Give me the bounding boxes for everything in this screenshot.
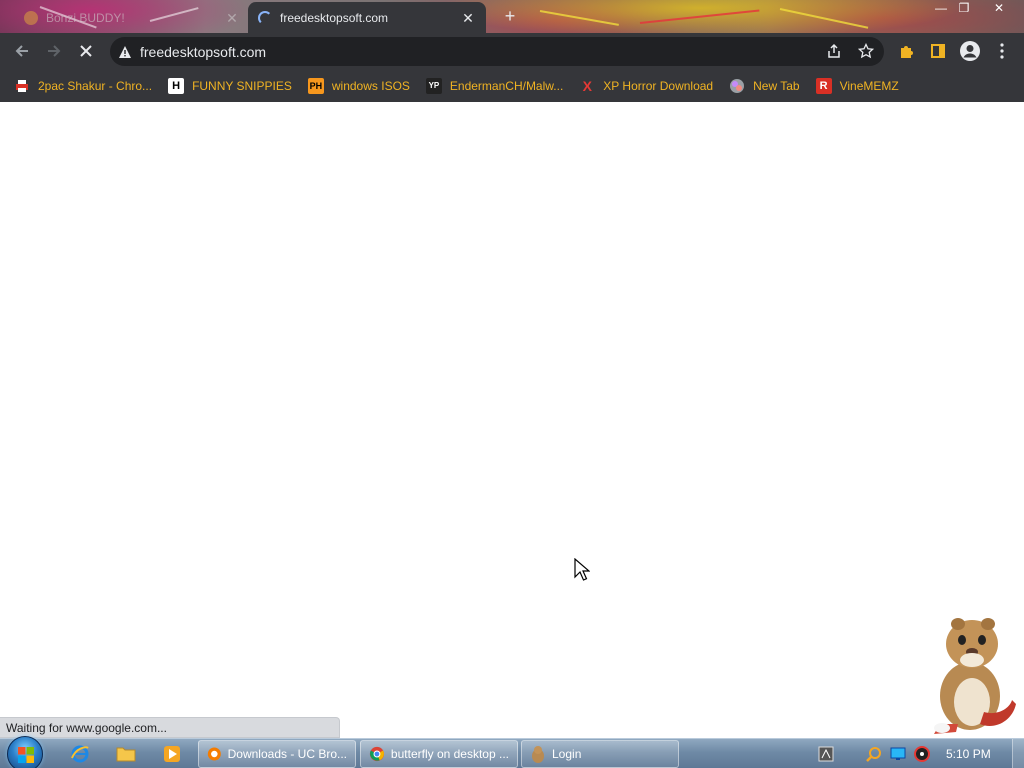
- bookmark-label: 2pac Shakur - Chro...: [38, 78, 153, 93]
- bookmark-label: VineMEMZ: [839, 78, 899, 93]
- forward-button[interactable]: [42, 39, 66, 63]
- taskbar-item-chrome[interactable]: butterfly on desktop ...: [360, 740, 518, 768]
- x-logo-icon: X: [582, 77, 592, 94]
- bookmark-label: windows ISOS: [331, 78, 410, 93]
- windows-logo-icon: [18, 747, 34, 763]
- folder-icon: [116, 747, 136, 762]
- new-tab-button[interactable]: +: [500, 6, 520, 26]
- tab-close-icon[interactable]: ✕: [460, 10, 476, 26]
- close-window-button[interactable]: ✕: [985, 0, 1013, 18]
- side-panel-icon: [931, 44, 945, 58]
- share-button[interactable]: [822, 39, 846, 63]
- pinned-explorer[interactable]: [106, 741, 146, 767]
- menu-button[interactable]: [990, 39, 1014, 63]
- tab-strip: Bonzi BUDDY! ✕ freedesktopsoft.com ✕ + —…: [0, 0, 1024, 33]
- url-text: freedesktopsoft.com: [140, 43, 267, 60]
- taskbar-item-label: Login: [552, 747, 582, 761]
- taskbar-clock[interactable]: 5:10 PM: [946, 747, 991, 761]
- tab-freedesktopsoft[interactable]: freedesktopsoft.com ✕: [248, 2, 486, 33]
- restore-button[interactable]: ❐: [951, 0, 977, 18]
- stop-x-icon: [80, 45, 92, 57]
- start-button[interactable]: [7, 736, 43, 768]
- r-logo-icon: R: [815, 77, 832, 94]
- globe-icon: [729, 78, 745, 94]
- internet-explorer-icon: [71, 745, 89, 763]
- hamster-mascot-image: [934, 618, 1016, 734]
- puzzle-icon: [901, 46, 913, 58]
- avatar-icon: [960, 41, 980, 61]
- display-tray-icon[interactable]: [890, 746, 906, 762]
- chrome-icon: [369, 746, 385, 762]
- taskbar-item-label: Downloads - UC Bro...: [227, 747, 347, 761]
- windows-taskbar: Downloads - UC Bro... butterfly on deskt…: [0, 736, 1024, 768]
- uc-browser-icon: [207, 747, 221, 761]
- address-bar[interactable]: freedesktopsoft.com: [110, 37, 884, 66]
- back-arrow-icon: [15, 45, 28, 57]
- loading-spinner-icon: [258, 10, 272, 25]
- bookmark-label: FUNNY SNIPPIES: [192, 78, 292, 93]
- bookmarks-bar: 2pac Shakur - Chro... H FUNNY SNIPPIES P…: [0, 69, 1024, 102]
- pinned-media-player[interactable]: [152, 741, 192, 767]
- bookmark-xp-horror[interactable]: X XP Horror Download: [579, 77, 714, 94]
- share-icon: [828, 43, 840, 58]
- tab-bonzi-buddy[interactable]: Bonzi BUDDY! ✕: [14, 2, 250, 33]
- tab-title: freedesktopsoft.com: [280, 10, 389, 25]
- pinned-ie[interactable]: [60, 741, 100, 767]
- mouse-cursor-icon: [574, 558, 590, 581]
- tab-title: Bonzi BUDDY!: [46, 10, 125, 25]
- ph-logo-icon: PH: [307, 77, 324, 94]
- bookmark-funny-snippies[interactable]: H FUNNY SNIPPIES: [168, 77, 292, 94]
- browser-toolbar: freedesktopsoft.com: [0, 33, 1024, 69]
- warning-triangle-icon: [119, 45, 131, 58]
- taskbar-item-uc-browser[interactable]: Downloads - UC Bro...: [198, 740, 356, 768]
- bookmark-label: XP Horror Download: [603, 78, 714, 93]
- stop-loading-button[interactable]: [74, 39, 98, 63]
- bookmark-label: New Tab: [753, 78, 800, 93]
- kebab-menu-icon: [1000, 43, 1004, 59]
- media-player-icon: [164, 746, 180, 762]
- profile-button[interactable]: [958, 39, 982, 63]
- printer-icon: [14, 78, 30, 94]
- back-button[interactable]: [10, 39, 34, 63]
- tab-close-icon[interactable]: ✕: [224, 10, 240, 26]
- search-tray-icon[interactable]: [866, 746, 882, 762]
- tab-favicon-icon: [24, 10, 38, 25]
- forward-arrow-icon: [48, 45, 61, 57]
- extensions-button[interactable]: [894, 39, 918, 63]
- bookmark-endermanch[interactable]: YP EndermanCH/Malw...: [425, 77, 564, 94]
- taskbar-item-label: butterfly on desktop ...: [390, 747, 509, 761]
- status-bubble: Waiting for www.google.com...: [0, 717, 340, 738]
- bookmark-label: EndermanCH/Malw...: [449, 78, 564, 93]
- bookmark-2pac[interactable]: 2pac Shakur - Chro...: [14, 78, 152, 94]
- star-icon: [858, 43, 874, 59]
- yp-logo-icon: YP: [425, 77, 442, 94]
- hamster-app-icon: [532, 746, 544, 763]
- side-panel-button[interactable]: [926, 39, 950, 63]
- bookmark-vinememz[interactable]: R VineMEMZ: [815, 77, 899, 94]
- h-logo-icon: H: [168, 77, 185, 94]
- network-tray-icon[interactable]: [818, 746, 834, 762]
- bookmark-star-button[interactable]: [854, 39, 878, 63]
- bookmark-new-tab[interactable]: New Tab: [729, 78, 800, 94]
- media-tray-icon[interactable]: [914, 746, 930, 762]
- taskbar-item-login[interactable]: Login: [521, 740, 679, 768]
- page-content[interactable]: [0, 102, 1024, 738]
- show-desktop-button[interactable]: [1012, 739, 1024, 768]
- bookmark-windows-isos[interactable]: PH windows ISOS: [307, 77, 410, 94]
